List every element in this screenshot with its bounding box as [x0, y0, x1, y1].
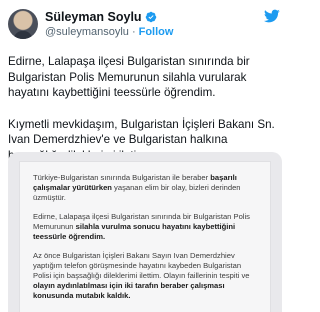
statement-image[interactable]: Türkiye-Bulgaristan sınırında Bulgarista…	[8, 152, 282, 312]
statement-p1-text-a: Türkiye-Bulgaristan sınırında Bulgarista…	[33, 173, 211, 182]
follow-button[interactable]: Follow	[139, 26, 174, 38]
statement-paragraph-1: Türkiye-Bulgaristan sınırında Bulgarista…	[33, 173, 259, 203]
author-handle[interactable]: @suleymansoylu	[45, 26, 129, 38]
separator-dot: ·	[131, 26, 136, 38]
avatar[interactable]	[8, 9, 38, 39]
statement-p3-bold: olayın aydınlatılması için iki tarafın b…	[33, 281, 225, 300]
author-name[interactable]: Süleyman Soylu	[45, 10, 142, 24]
tweet-card: Süleyman Soylu @suleymansoylu · Follow E…	[0, 0, 290, 312]
author-name-row: Süleyman Soylu	[45, 10, 157, 24]
twitter-bird-icon[interactable]	[264, 8, 280, 24]
tweet-header: Süleyman Soylu @suleymansoylu · Follow	[8, 8, 282, 40]
statement-paper: Türkiye-Bulgaristan sınırında Bulgarista…	[20, 162, 270, 312]
tweet-paragraph-1: Edirne, Lalapaşa ilçesi Bulgaristan sını…	[8, 55, 250, 99]
handle-row: @suleymansoylu · Follow	[45, 26, 173, 38]
statement-text: Türkiye-Bulgaristan sınırında Bulgarista…	[33, 173, 259, 310]
statement-paragraph-2: Edirne, Lalapaşa ilçesi Bulgaristan sını…	[33, 212, 259, 242]
statement-p3-text: Az önce Bulgaristan İçişleri Bakanı Sayı…	[33, 251, 250, 280]
verified-badge-icon	[145, 11, 156, 23]
statement-paragraph-3: Az önce Bulgaristan İçişleri Bakanı Sayı…	[33, 251, 259, 301]
